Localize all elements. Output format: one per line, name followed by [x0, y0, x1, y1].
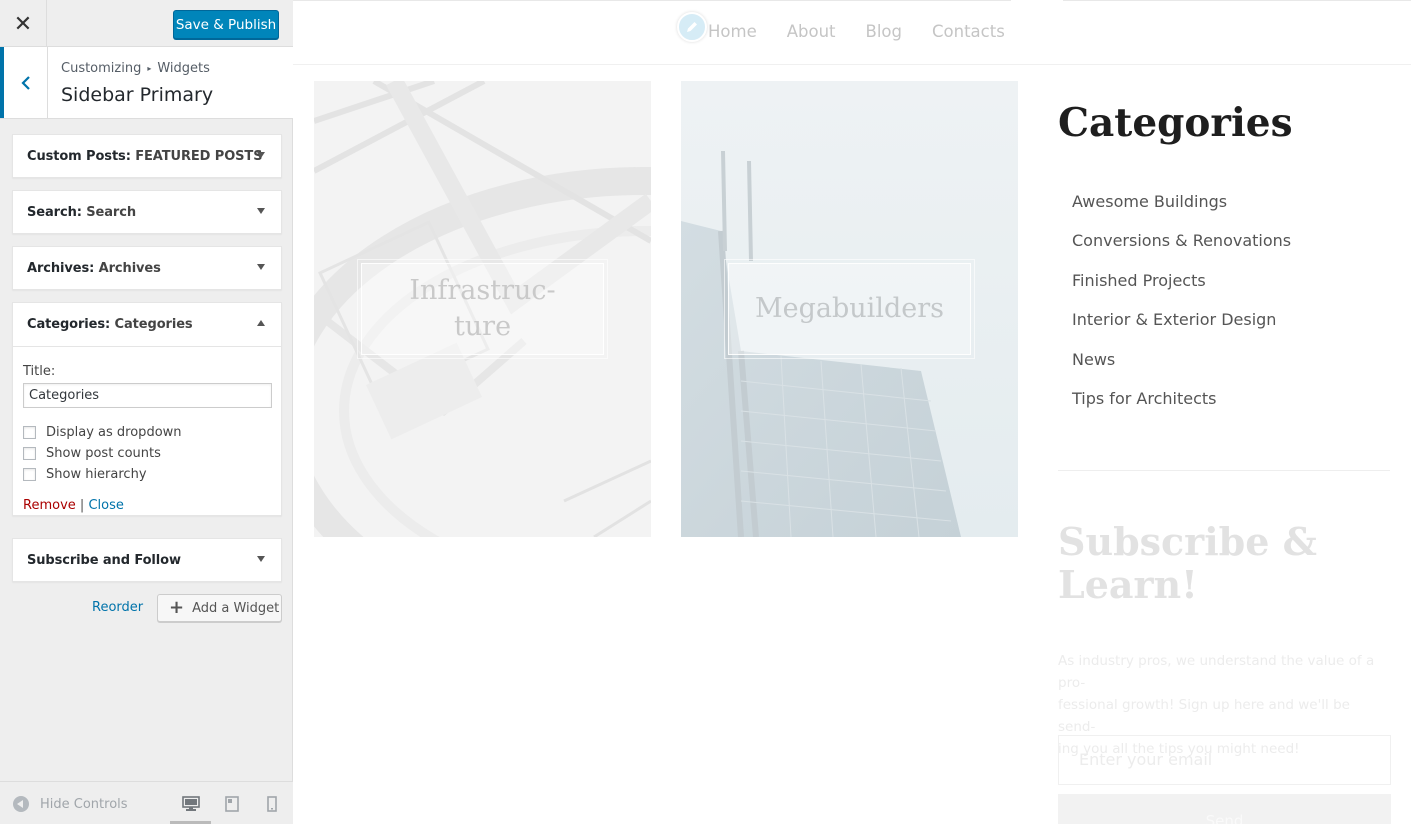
categories-heading: Categories: [1058, 100, 1293, 146]
widget-title: Search: Search: [27, 205, 136, 220]
nav-contacts[interactable]: Contacts: [932, 22, 1005, 41]
option-show-post-counts[interactable]: Show post counts: [23, 445, 161, 461]
widget-archives[interactable]: Archives: Archives: [12, 246, 282, 290]
close-link[interactable]: Close: [88, 498, 123, 513]
plus-icon: +: [169, 597, 185, 618]
option-show-hierarchy[interactable]: Show hierarchy: [23, 466, 147, 482]
widget-title: Subscribe and Follow: [27, 553, 181, 568]
option-display-dropdown[interactable]: Display as dropdown: [23, 424, 182, 440]
checkbox[interactable]: [23, 425, 36, 439]
back-button[interactable]: [0, 47, 48, 118]
widget-actions: Remove | Close: [23, 498, 124, 513]
remove-link[interactable]: Remove: [23, 498, 76, 513]
expand-arrow-icon[interactable]: [257, 152, 265, 158]
widget-title: Categories: Categories: [27, 317, 193, 332]
breadcrumb-leaf: Widgets: [157, 61, 210, 76]
collapse-arrow-icon[interactable]: [257, 320, 265, 326]
top-border: [1063, 0, 1411, 1]
checkbox[interactable]: [23, 467, 36, 481]
close-icon: ✕: [13, 10, 33, 36]
category-link[interactable]: Interior & Exterior Design: [1072, 310, 1291, 349]
title-label: Title:: [23, 364, 56, 379]
nav-divider: [293, 64, 1411, 65]
site-preview: Home About Blog Contacts Infrastruc-ture: [293, 0, 1411, 824]
customizer-header: ✕ Save & Publish: [0, 0, 293, 47]
desktop-icon[interactable]: [182, 796, 200, 812]
reorder-link[interactable]: Reorder: [92, 600, 143, 615]
link-separator: |: [79, 498, 85, 513]
save-publish-button[interactable]: Save & Publish: [173, 10, 279, 39]
card-title: Megabuilders: [724, 259, 975, 359]
widget-divider: [1058, 470, 1390, 471]
breadcrumb-root: Customizing: [61, 61, 142, 76]
categories-list: Awesome Buildings Conversions & Renovati…: [1072, 192, 1291, 428]
expand-arrow-icon[interactable]: [257, 556, 265, 562]
customizer-footer: Hide Controls: [0, 781, 293, 824]
top-border: [293, 0, 1011, 1]
expand-arrow-icon[interactable]: [257, 264, 265, 270]
pencil-icon: [687, 22, 697, 32]
nav-about[interactable]: About: [787, 22, 836, 41]
widget-subscribe-follow[interactable]: Subscribe and Follow: [12, 538, 282, 582]
widget-title: Custom Posts: FEATURED POSTS: [27, 149, 263, 164]
widget-categories: Categories: Categories Title: Categories…: [12, 302, 282, 516]
widget-categories-header[interactable]: Categories: Categories: [13, 303, 281, 347]
mobile-icon[interactable]: [267, 796, 277, 812]
expand-arrow-icon[interactable]: [257, 208, 265, 214]
hide-controls-button[interactable]: Hide Controls: [13, 796, 128, 812]
title-input[interactable]: Categories: [23, 383, 272, 408]
nav-home[interactable]: Home: [708, 22, 757, 41]
edit-shortcut-pencil-icon[interactable]: [677, 12, 707, 42]
card-infrastructure[interactable]: Infrastruc-ture: [314, 81, 651, 537]
section-header: Customizing ▸ Widgets Sidebar Primary: [0, 47, 293, 119]
main-navigation: Home About Blog Contacts: [708, 22, 1035, 41]
collapse-icon: [13, 796, 29, 812]
category-link[interactable]: Tips for Architects: [1072, 389, 1291, 428]
widget-search[interactable]: Search: Search: [12, 190, 282, 234]
section-title: Sidebar Primary: [61, 84, 214, 106]
email-input[interactable]: Enter your email: [1058, 735, 1391, 785]
close-customizer-button[interactable]: ✕: [0, 0, 47, 47]
chevron-left-icon: [20, 75, 30, 90]
card-megabuilders[interactable]: Megabuilders: [681, 81, 1018, 537]
checkbox[interactable]: [23, 446, 36, 460]
nav-blog[interactable]: Blog: [866, 22, 902, 41]
breadcrumb: Customizing ▸ Widgets: [61, 61, 210, 76]
breadcrumb-separator: ▸: [147, 64, 152, 73]
customizer-sidebar: ✕ Save & Publish Customizing ▸ Widgets Sid…: [0, 0, 293, 824]
send-button[interactable]: Send: [1058, 794, 1391, 824]
card-title: Infrastruc-ture: [357, 259, 608, 359]
category-link[interactable]: Awesome Buildings: [1072, 192, 1291, 231]
widget-title: Archives: Archives: [27, 261, 161, 276]
tablet-icon[interactable]: [225, 796, 239, 812]
add-widget-button[interactable]: + Add a Widget: [157, 594, 282, 622]
category-link[interactable]: News: [1072, 350, 1291, 389]
category-link[interactable]: Conversions & Renovations: [1072, 231, 1291, 270]
category-link[interactable]: Finished Projects: [1072, 271, 1291, 310]
widget-custom-posts[interactable]: Custom Posts: FEATURED POSTS: [12, 134, 282, 178]
subscribe-heading: Subscribe & Learn!: [1058, 519, 1317, 607]
